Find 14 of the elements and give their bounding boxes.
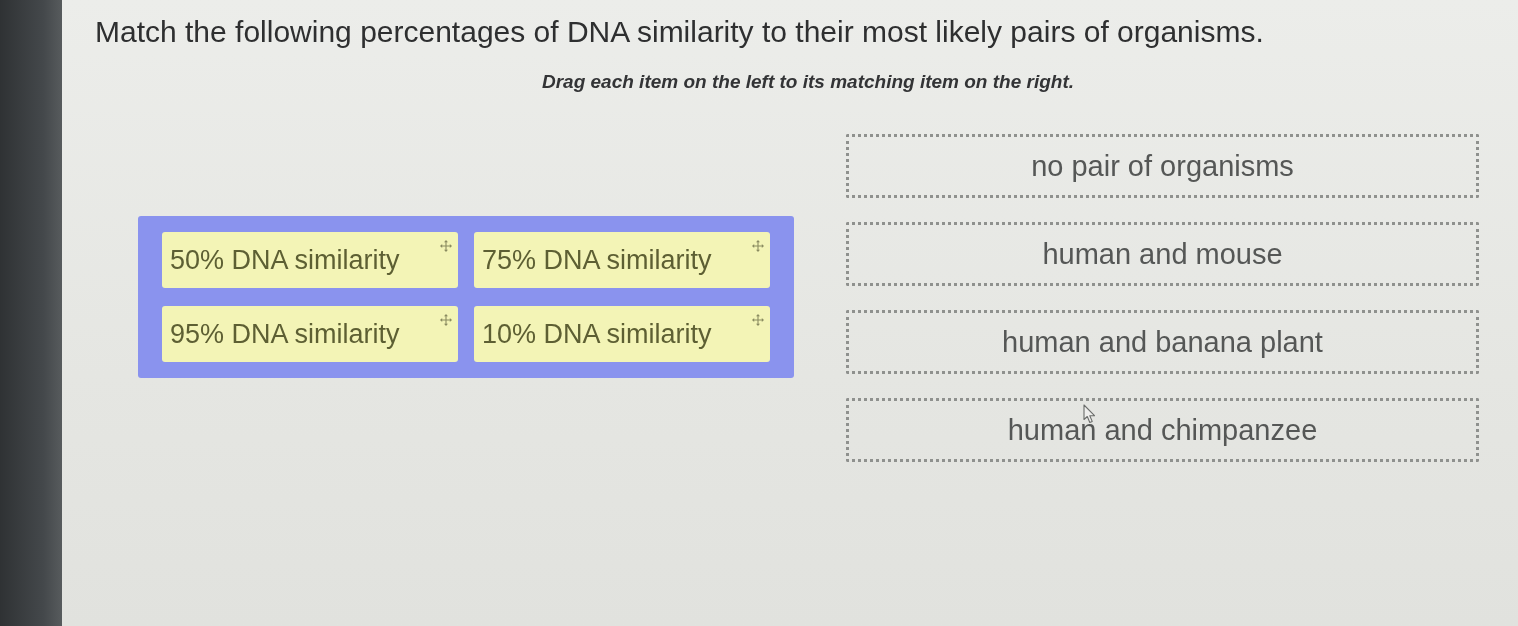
draggable-choice[interactable]: 50% DNA similarity (162, 232, 458, 288)
draggable-choice[interactable]: 75% DNA similarity (474, 232, 770, 288)
drop-target[interactable]: no pair of organisms (846, 134, 1479, 198)
instruction-text: Drag each item on the left to its matching item on the right. (541, 70, 1074, 94)
move-icon (440, 314, 452, 326)
drop-target[interactable]: human and mouse (846, 222, 1479, 286)
move-icon (752, 240, 764, 252)
drop-target[interactable]: human and banana plant (846, 310, 1479, 374)
draggable-choice[interactable]: 10% DNA similarity (474, 306, 770, 362)
move-icon (440, 240, 452, 252)
drop-target[interactable]: human and chimpanzee (846, 398, 1479, 462)
move-icon (752, 314, 764, 326)
draggable-choice[interactable]: 95% DNA similarity (162, 306, 458, 362)
question-prompt: Match the following percentages of DNA similarity to their most likely pairs of organisms. (95, 14, 1264, 50)
